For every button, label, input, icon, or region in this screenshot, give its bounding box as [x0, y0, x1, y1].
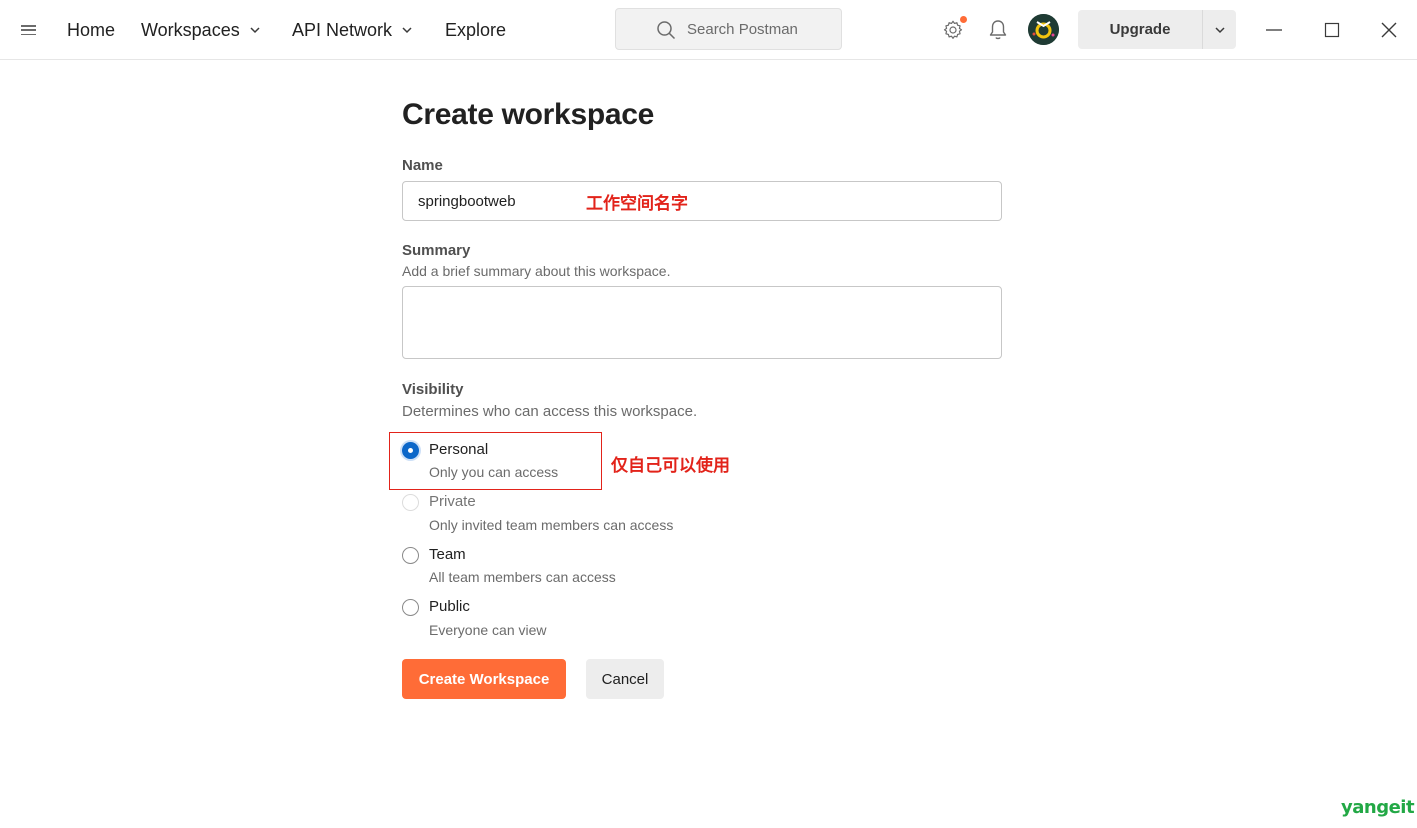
- visibility-option-team[interactable]: Team All team members can access: [402, 542, 802, 586]
- radio-checked-icon[interactable]: [402, 442, 419, 459]
- avatar[interactable]: [1028, 14, 1059, 45]
- chevron-down-icon: [402, 27, 412, 34]
- hamburger-menu-icon[interactable]: [20, 22, 37, 38]
- visibility-label: Visibility: [402, 381, 464, 398]
- maximize-button[interactable]: [1318, 16, 1346, 44]
- search-input[interactable]: Search Postman: [615, 8, 842, 50]
- radio-unchecked-icon[interactable]: [402, 599, 419, 616]
- summary-textarea[interactable]: [402, 286, 1002, 359]
- option-label: Public: [429, 598, 470, 615]
- chevron-down-icon: [1214, 26, 1225, 33]
- nav-explore[interactable]: Explore: [445, 16, 506, 44]
- upgrade-dropdown-button[interactable]: [1202, 10, 1236, 49]
- search-placeholder: Search Postman: [687, 21, 798, 38]
- minimize-button[interactable]: [1260, 16, 1288, 44]
- option-label: Personal: [429, 441, 489, 458]
- chevron-down-icon: [250, 27, 260, 34]
- visibility-option-private[interactable]: Private Only invited team members can ac…: [402, 489, 802, 533]
- option-description: Everyone can view: [429, 622, 547, 638]
- close-icon: [1381, 22, 1397, 38]
- notification-badge-dot: [960, 16, 967, 23]
- nav-explore-label: Explore: [445, 19, 507, 40]
- name-label: Name: [402, 157, 443, 174]
- search-icon: [657, 21, 676, 40]
- bell-icon: [989, 20, 1007, 40]
- radio-unchecked-icon[interactable]: [402, 547, 419, 564]
- avatar-icon: [1028, 14, 1059, 45]
- option-description: All team members can access: [429, 569, 616, 585]
- page-title: Create workspace: [402, 98, 655, 131]
- option-label: Team: [429, 546, 466, 563]
- cancel-button[interactable]: Cancel: [586, 659, 664, 699]
- nav-api-network[interactable]: API Network: [292, 16, 413, 44]
- nav-workspaces-label: Workspaces: [141, 19, 240, 40]
- option-label: Private: [429, 493, 476, 510]
- workspace-name-value: springbootweb: [418, 193, 516, 210]
- nav-home[interactable]: Home: [67, 16, 115, 44]
- top-bar: Home Workspaces API Network Explore Sear…: [0, 0, 1417, 60]
- upgrade-button[interactable]: Upgrade: [1078, 10, 1202, 49]
- minimize-icon: [1266, 29, 1282, 31]
- notifications-button[interactable]: [983, 15, 1013, 45]
- visibility-help-text: Determines who can access this workspace…: [402, 403, 698, 420]
- name-annotation: 工作空间名字: [586, 194, 688, 214]
- watermark-logo: yangeit: [1341, 797, 1415, 818]
- settings-button[interactable]: [938, 15, 968, 45]
- nav-workspaces[interactable]: Workspaces: [141, 16, 261, 44]
- visibility-annotation: 仅自己可以使用: [611, 456, 730, 476]
- summary-help-text: Add a brief summary about this workspace…: [402, 263, 671, 279]
- visibility-option-personal[interactable]: Personal Only you can access: [402, 437, 802, 481]
- workspace-name-input[interactable]: springbootweb: [402, 181, 1002, 221]
- radio-unchecked-icon[interactable]: [402, 494, 419, 511]
- summary-label: Summary: [402, 242, 471, 259]
- upgrade-group: Upgrade: [1078, 10, 1236, 49]
- maximize-icon: [1324, 22, 1340, 38]
- create-workspace-button[interactable]: Create Workspace: [402, 659, 566, 699]
- option-description: Only you can access: [429, 464, 559, 480]
- nav-api-network-label: API Network: [292, 19, 393, 40]
- nav-home-label: Home: [67, 19, 116, 40]
- close-window-button[interactable]: [1375, 16, 1403, 44]
- visibility-option-public[interactable]: Public Everyone can view: [402, 594, 802, 638]
- option-description: Only invited team members can access: [429, 517, 674, 533]
